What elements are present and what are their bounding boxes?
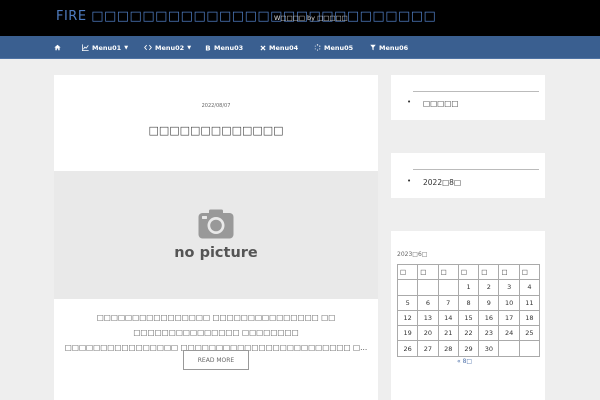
calendar-day	[437, 279, 459, 296]
calendar-day: 4	[518, 279, 541, 296]
calendar-weekday: □	[457, 263, 480, 281]
calendar-weekday: □	[417, 263, 439, 281]
calendar-day: 3	[498, 279, 520, 296]
calendar-day: 12	[396, 309, 419, 327]
archive-label: 2022□8□	[423, 178, 462, 187]
svg-text:B: B	[205, 44, 210, 51]
calendar-day: 9	[478, 294, 500, 311]
calendar-day: 13	[417, 309, 439, 327]
filter-icon	[370, 44, 376, 51]
nav-item-menu05[interactable]: Menu05	[314, 36, 353, 59]
nav-item-menu01[interactable]: Menu01 ▼	[82, 36, 128, 59]
calendar-day: 26	[396, 340, 419, 357]
calendar-weekday: □	[478, 263, 500, 281]
post-excerpt: □□□□□□□□□□□□□□□□ □□□□□□□□□□□□□□□ □□ □□□□…	[64, 310, 368, 355]
nav-item-home[interactable]	[54, 36, 61, 59]
nav-item-menu02[interactable]: Menu02 ▼	[144, 36, 191, 59]
nav-label-menu06: Menu06	[379, 43, 409, 52]
calendar-day: 20	[417, 325, 439, 342]
calendar-day: 15	[457, 309, 480, 327]
calendar-day: 29	[457, 340, 480, 357]
calendar-day: 11	[518, 294, 541, 311]
post-title[interactable]: □□□□□□□□□□□□□	[54, 124, 378, 137]
calendar-day	[498, 340, 520, 357]
calendar-day: 24	[498, 325, 520, 342]
archive-widget: 2022□8□	[391, 153, 545, 198]
widget-divider	[413, 91, 539, 92]
calendar-day	[396, 279, 419, 296]
calendar-day: 16	[478, 309, 500, 327]
calendar-day: 7	[437, 294, 459, 311]
calendar-day: 23	[478, 325, 500, 342]
line-chart-icon	[82, 44, 89, 51]
calendar-day: 30	[478, 340, 500, 357]
main-navigation: Menu01 ▼ Menu02 ▼ B Menu03 Menu04 Menu05…	[0, 36, 600, 59]
calendar-day: 17	[498, 309, 520, 327]
camera-icon	[198, 209, 234, 239]
calendar-caption: 2023□6□	[397, 251, 428, 258]
calendar-weekday: □	[518, 263, 541, 281]
nav-label-menu02: Menu02	[155, 43, 185, 52]
calendar-day: 27	[417, 340, 439, 357]
chevron-down-icon: ▼	[187, 44, 192, 51]
calendar-day: 1	[457, 279, 480, 296]
calendar-day: 2	[478, 279, 500, 296]
calendar-day: 18	[518, 309, 541, 327]
close-icon	[260, 44, 266, 51]
nav-item-menu06[interactable]: Menu06	[370, 36, 408, 59]
nav-label-menu05: Menu05	[324, 43, 354, 52]
calendar-day: 19	[396, 325, 419, 342]
calendar-day	[518, 340, 541, 357]
code-icon	[144, 44, 152, 51]
category-item[interactable]: □□□□□	[407, 98, 459, 108]
bitcoin-icon: B	[205, 44, 210, 51]
widget-divider	[413, 169, 539, 170]
chevron-down-icon: ▼	[124, 44, 129, 51]
calendar-day: 28	[437, 340, 459, 357]
archive-item[interactable]: 2022□8□	[407, 177, 462, 187]
excerpt-line: □□□□□□□□□□□□□□□□ □□□□□□□□□□□□□□□ □□ □□□□…	[96, 313, 336, 337]
calendar-day: 6	[417, 294, 439, 311]
category-widget: □□□□□	[391, 75, 545, 120]
category-label: □□□□□	[423, 99, 459, 108]
calendar-day: 14	[437, 309, 459, 327]
nav-label-menu04: Menu04	[269, 43, 299, 52]
calendar-day	[417, 279, 439, 296]
nav-item-menu03[interactable]: B Menu03	[205, 36, 243, 59]
calendar-widget: 2023□6□ □ □ □ □ □ □ □ 1 2 3 4 5 6 7 8 9 …	[391, 231, 545, 400]
site-subtitle: W□□□□ by □□□□□	[274, 14, 348, 22]
calendar-day: 21	[437, 325, 459, 342]
calendar-prev-link[interactable]: « 8□	[457, 358, 472, 365]
nav-label-menu03: Menu03	[214, 43, 244, 52]
calendar-day: 5	[396, 294, 419, 311]
site-title[interactable]: FIRE □□□□□□□□□□□□□□□□□□□□□□□□□□□	[56, 9, 436, 24]
article-card: 2022/08/07 □□□□□□□□□□□□□ no picture □□□□…	[54, 75, 378, 400]
calendar-weekday: □	[498, 263, 520, 281]
calendar-day: 10	[498, 294, 520, 311]
calendar-weekday: □	[437, 263, 459, 281]
top-header-bar: FIRE □□□□□□□□□□□□□□□□□□□□□□□□□□□ W□□□□ b…	[0, 0, 600, 36]
nav-item-menu04[interactable]: Menu04	[260, 36, 298, 59]
calendar-weekday: □	[396, 263, 419, 281]
home-icon	[54, 44, 61, 51]
nav-label-menu01: Menu01	[92, 43, 122, 52]
no-picture-label: no picture	[174, 245, 258, 261]
read-more-button[interactable]: READ MORE	[183, 350, 249, 370]
calendar-day: 22	[457, 325, 480, 342]
calendar-day: 25	[518, 325, 541, 342]
post-thumbnail[interactable]: no picture	[54, 171, 378, 299]
spinner-icon	[314, 44, 321, 51]
post-date: 2022/08/07	[201, 103, 231, 109]
calendar-table: □ □ □ □ □ □ □ 1 2 3 4 5 6 7 8 9 10 11 12…	[396, 263, 541, 357]
calendar-day: 8	[457, 294, 480, 311]
